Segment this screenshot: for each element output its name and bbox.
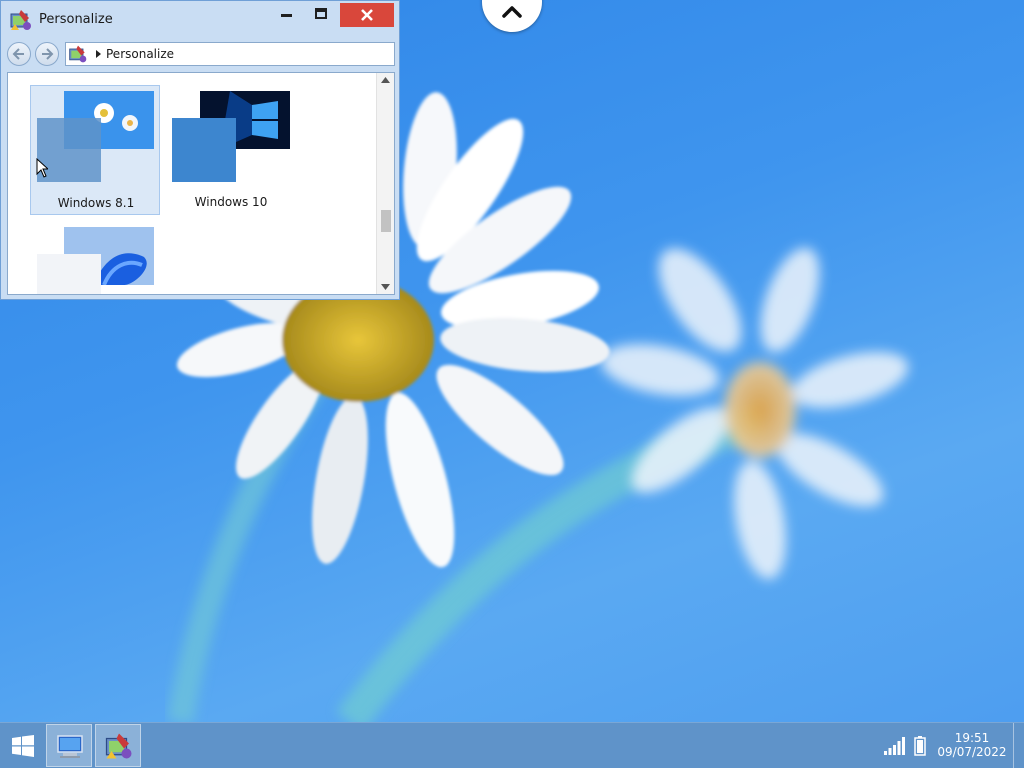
personalize-window: Personalize Personalize Windows 8.1 Wind… — [0, 0, 400, 300]
back-arrow-icon — [12, 48, 24, 60]
maximize-button[interactable] — [306, 3, 336, 27]
forward-button[interactable] — [35, 42, 59, 66]
breadcrumb-personalize[interactable]: Personalize — [106, 47, 174, 61]
desktop: Personalize Personalize Windows 8.1 Wind… — [0, 0, 1024, 768]
windows-logo-icon — [12, 735, 34, 757]
computer-icon — [57, 735, 83, 758]
personalize-app-icon — [105, 733, 132, 759]
system-clock[interactable]: 19:51 09/07/2022 — [934, 731, 1010, 759]
taskbar-personalize-button[interactable] — [95, 724, 141, 767]
show-desktop-button[interactable] — [1013, 723, 1024, 768]
battery-icon[interactable] — [914, 736, 926, 756]
theme-label: Windows 10 — [194, 195, 268, 209]
mouse-cursor-icon — [36, 158, 48, 178]
theme-item-windows-10[interactable]: Windows 10 — [166, 85, 296, 215]
address-bar[interactable]: Personalize — [65, 42, 395, 66]
navigation-bar: Personalize — [1, 39, 399, 69]
forward-arrow-icon — [42, 48, 54, 60]
minimize-icon — [281, 14, 292, 17]
scrollbar-thumb[interactable] — [381, 210, 391, 232]
minimize-button[interactable] — [271, 3, 301, 27]
theme-item-windows-8-1[interactable]: Windows 8.1 — [30, 85, 160, 215]
theme-accent-swatch — [37, 254, 101, 294]
maximize-icon — [315, 8, 327, 19]
clock-date: 09/07/2022 — [937, 745, 1007, 759]
themes-list: Windows 8.1 Windows 10 — [7, 72, 395, 295]
signal-bars-icon[interactable] — [884, 737, 906, 755]
theme-accent-swatch — [172, 118, 236, 182]
taskbar-explorer-button[interactable] — [46, 724, 92, 767]
scroll-down-arrow-icon[interactable] — [381, 284, 390, 290]
clock-time: 19:51 — [954, 731, 990, 745]
window-title: Personalize — [39, 12, 113, 27]
close-icon — [361, 9, 373, 21]
start-button[interactable] — [0, 723, 46, 768]
personalize-app-icon — [69, 45, 87, 63]
theme-item-windows-11[interactable] — [30, 221, 160, 294]
title-bar[interactable]: Personalize — [1, 1, 399, 37]
taskbar: 19:51 09/07/2022 — [0, 722, 1024, 768]
close-button[interactable] — [340, 3, 394, 27]
scroll-up-arrow-icon[interactable] — [381, 77, 390, 83]
vertical-scrollbar[interactable] — [376, 73, 394, 294]
personalize-app-icon — [10, 10, 31, 30]
chevron-up-icon — [502, 6, 522, 18]
theme-label: Windows 8.1 — [57, 196, 135, 210]
back-button[interactable] — [7, 42, 31, 66]
breadcrumb-arrow-icon[interactable] — [96, 50, 101, 58]
